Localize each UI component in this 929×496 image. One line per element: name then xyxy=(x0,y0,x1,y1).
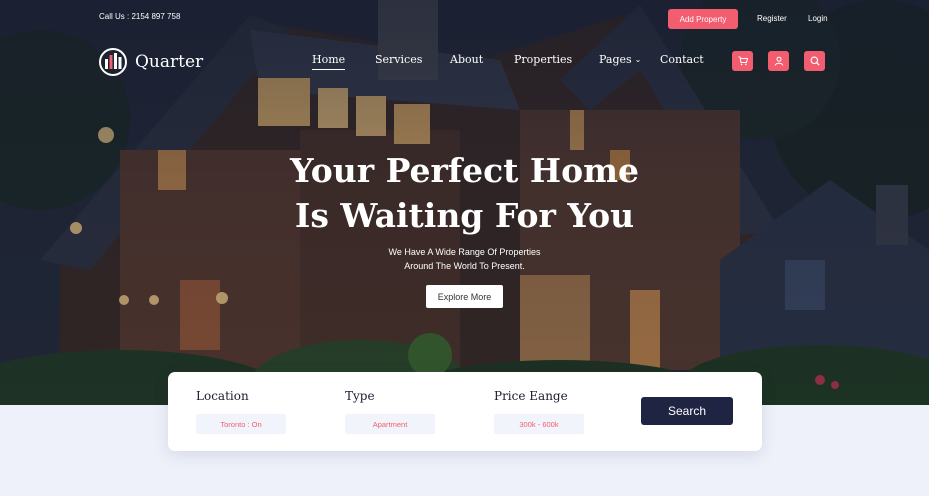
logo-icon xyxy=(99,48,127,76)
location-label: Location xyxy=(196,389,249,403)
login-link[interactable]: Login xyxy=(808,14,828,23)
hero-title-line-2: Is Waiting For You xyxy=(294,196,635,235)
hero-subtitle-line-1: We Have A Wide Range Of Properties xyxy=(388,247,541,257)
hero-subtitle: We Have A Wide Range Of Properties Aroun… xyxy=(0,245,929,273)
search-icon xyxy=(810,56,820,66)
hero-title-line-1: Your Perfect Home xyxy=(290,151,639,190)
brand-logo[interactable]: Quarter xyxy=(99,46,203,78)
location-select[interactable]: Toronto : On xyxy=(196,414,286,434)
user-icon xyxy=(774,56,783,66)
nav-contact[interactable]: Contact xyxy=(660,53,704,66)
nav-pages[interactable]: Pages ⌄ xyxy=(599,53,641,66)
hero-title: Your Perfect Home Is Waiting For You xyxy=(0,148,929,238)
cart-icon xyxy=(738,56,748,66)
brand-name: Quarter xyxy=(135,52,204,72)
type-select[interactable]: Apartment xyxy=(345,414,435,434)
nav-pages-label: Pages xyxy=(599,53,632,66)
nav-home[interactable]: Home xyxy=(312,53,346,70)
cart-button[interactable] xyxy=(732,51,753,71)
add-property-button[interactable]: Add Property xyxy=(668,9,738,29)
type-label: Type xyxy=(345,389,375,403)
nav-services[interactable]: Services xyxy=(375,53,422,66)
top-bar: Call Us : 2154 897 758 Add Property Regi… xyxy=(0,0,929,38)
explore-more-button[interactable]: Explore More xyxy=(426,285,503,308)
search-button-nav[interactable] xyxy=(804,51,825,71)
price-range-label: Price Eange xyxy=(494,389,568,403)
property-search-card: Location Toronto : On Type Apartment Pri… xyxy=(168,372,762,451)
account-button[interactable] xyxy=(768,51,789,71)
nav-about[interactable]: About xyxy=(450,53,483,66)
nav-properties[interactable]: Properties xyxy=(514,53,572,66)
search-button[interactable]: Search xyxy=(641,397,733,425)
contact-phone: Call Us : 2154 897 758 xyxy=(99,12,181,21)
register-link[interactable]: Register xyxy=(757,14,787,23)
chevron-down-icon: ⌄ xyxy=(634,55,642,64)
hero-subtitle-line-2: Around The World To Present. xyxy=(404,261,525,271)
price-range-select[interactable]: 300k - 600k xyxy=(494,414,584,434)
